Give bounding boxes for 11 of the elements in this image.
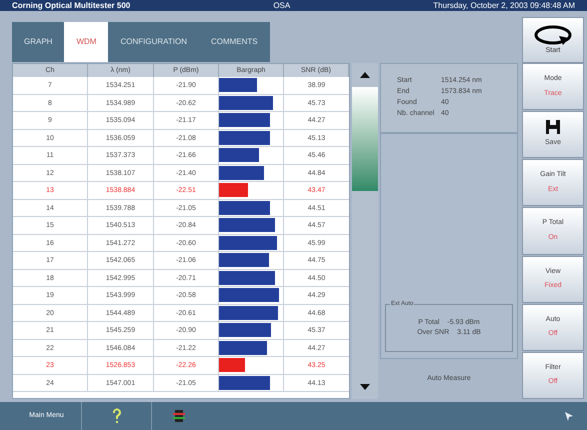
scroll-bar[interactable] bbox=[352, 63, 378, 399]
date-time: Thursday, October 2, 2003 09:48:48 AM bbox=[433, 2, 575, 10]
scroll-down-icon[interactable] bbox=[360, 384, 370, 390]
tab[interactable]: COMMENTS bbox=[198, 22, 270, 62]
pointer-icon bbox=[563, 410, 575, 422]
tab[interactable]: GRAPH bbox=[12, 22, 64, 62]
mode-label: OSA bbox=[273, 2, 290, 10]
tab[interactable]: WDM bbox=[64, 22, 108, 62]
tab[interactable]: CONFIGURATION bbox=[108, 22, 199, 62]
window-title: Corning Optical Multitester 500 bbox=[12, 2, 130, 10]
scroll-up-icon[interactable] bbox=[360, 72, 370, 78]
